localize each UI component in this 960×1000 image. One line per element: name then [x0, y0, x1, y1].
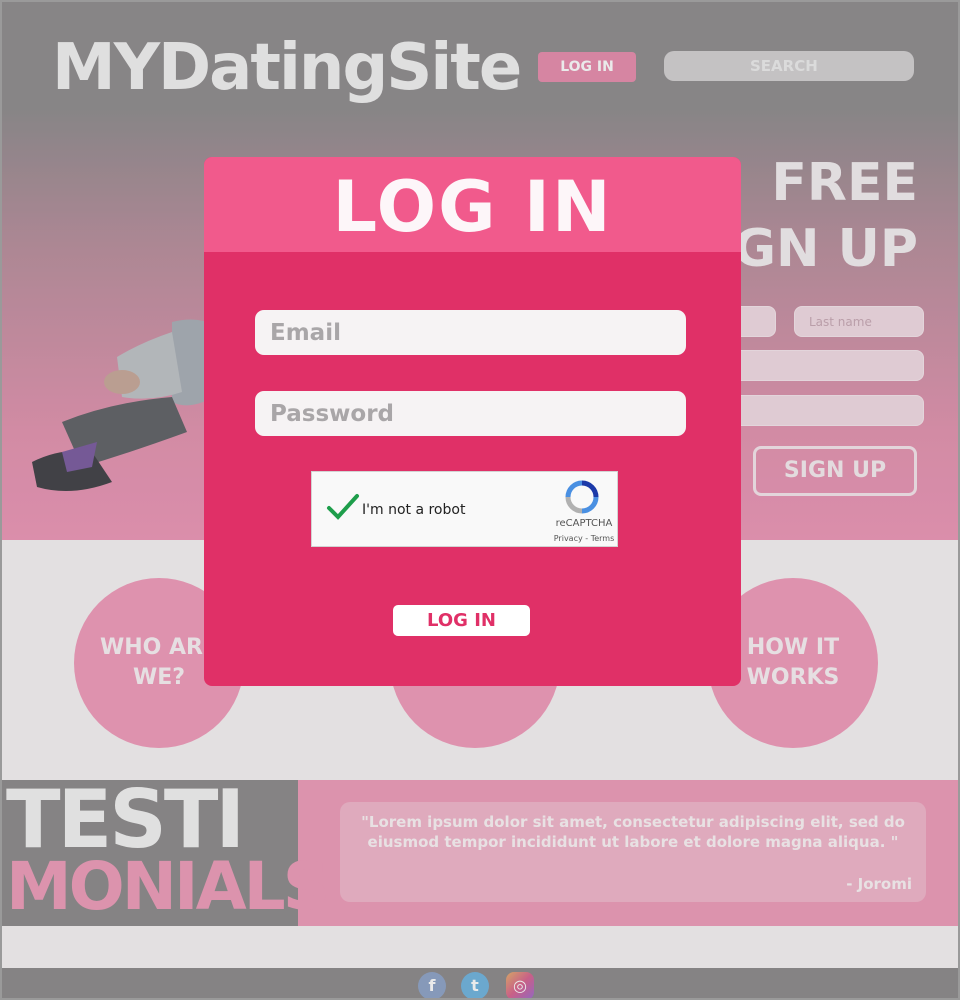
recaptcha-widget[interactable]: I'm not a robot reCAPTCHA Privacy - Term…	[311, 471, 618, 547]
email-field[interactable]	[255, 310, 686, 355]
captcha-privacy-terms[interactable]: Privacy - Terms	[534, 534, 634, 543]
login-submit-button[interactable]: LOG IN	[393, 605, 530, 636]
captcha-label: I'm not a robot	[362, 502, 466, 518]
login-modal-title: LOG IN	[332, 166, 613, 248]
captcha-brand: reCAPTCHA	[555, 518, 613, 529]
checkmark-icon[interactable]	[326, 492, 360, 522]
recaptcha-logo-icon	[565, 480, 599, 514]
login-modal: LOG IN I'm not a robot reCAPTCHA Privacy…	[204, 157, 741, 686]
password-field[interactable]	[255, 391, 686, 436]
login-modal-header: LOG IN	[204, 157, 741, 252]
